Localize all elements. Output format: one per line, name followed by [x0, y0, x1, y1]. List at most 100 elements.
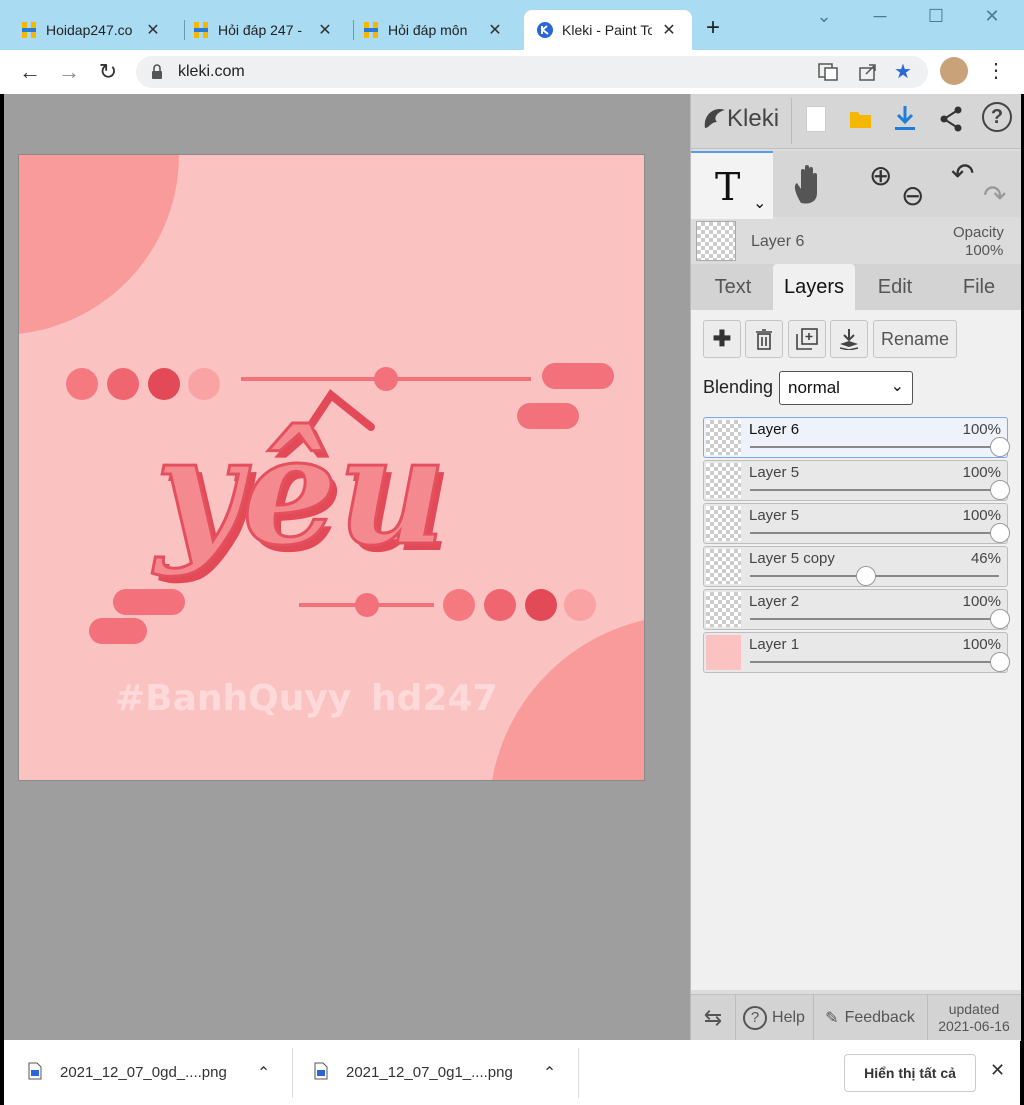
- undo-icon[interactable]: ↶: [951, 157, 974, 190]
- help-label: Help: [772, 1009, 805, 1026]
- reload-icon[interactable]: ↻: [93, 57, 123, 87]
- minimize-icon[interactable]: ─: [860, 6, 900, 26]
- tab-kleki[interactable]: Kleki - Paint To ✕: [524, 10, 692, 50]
- delete-layer-button[interactable]: [745, 320, 783, 358]
- layer-opacity-track[interactable]: [750, 532, 999, 534]
- show-all-downloads-button[interactable]: Hiển thị tất cả: [844, 1054, 976, 1092]
- help-icon[interactable]: ?: [982, 102, 1012, 132]
- layer-name: Layer 5 copy: [749, 550, 835, 567]
- tools-row: T ⌄ ⊕ ⊖ ↶ ↷: [691, 151, 1021, 219]
- window-close-icon[interactable]: ✕: [972, 6, 1012, 26]
- layer-row[interactable]: Layer 5 copy 46%: [703, 546, 1008, 587]
- layer-thumbnail: [706, 463, 741, 498]
- layer-opacity-track[interactable]: [750, 618, 999, 620]
- tab-layers[interactable]: Layers: [773, 264, 855, 310]
- active-layer-name: Layer 6: [751, 233, 805, 250]
- layer-opacity-knob[interactable]: [990, 437, 1010, 457]
- layer-opacity-knob[interactable]: [990, 652, 1010, 672]
- feedback-button[interactable]: ✎ Feedback: [813, 995, 928, 1041]
- divider: [292, 1048, 293, 1098]
- layer-row[interactable]: Layer 2 100%: [703, 589, 1010, 630]
- tab-hoidap247-1[interactable]: Hoidap247.co ✕: [20, 10, 180, 50]
- tab-separator: [184, 20, 185, 40]
- download-icon[interactable]: [893, 104, 917, 137]
- download-item[interactable]: 2021_12_07_0g1_....png ⌃: [314, 1040, 556, 1105]
- tab-edit[interactable]: Edit: [857, 264, 933, 310]
- tab-title: Hỏi đáp môn: [388, 22, 468, 38]
- new-image-icon[interactable]: [806, 106, 826, 132]
- updated-label: updated: [948, 1001, 1000, 1017]
- kleki-side-panel: Kleki ? T ⌄ ⊕ ⊖ ↶ ↷ Layer 6 Opacity 100%…: [690, 94, 1021, 1041]
- blending-select[interactable]: normal ⌄: [779, 371, 913, 405]
- close-icon[interactable]: ✕: [144, 20, 162, 40]
- layer-row[interactable]: Layer 5 100%: [703, 503, 1010, 544]
- dot: [525, 589, 557, 621]
- close-icon[interactable]: ✕: [316, 20, 334, 40]
- dot: [148, 368, 180, 400]
- close-downloads-icon[interactable]: ✕: [990, 1060, 1005, 1081]
- zoom-out-icon[interactable]: ⊖: [901, 179, 924, 212]
- tab-file[interactable]: File: [941, 264, 1017, 310]
- share-icon[interactable]: [858, 62, 878, 87]
- blending-label: Blending: [703, 377, 774, 397]
- share-icon[interactable]: [939, 106, 963, 137]
- corner-circle-top-left: [19, 155, 179, 334]
- maximize-icon[interactable]: ☐: [916, 6, 956, 26]
- merge-down-button[interactable]: [830, 320, 868, 358]
- rename-layer-button[interactable]: Rename: [873, 320, 957, 358]
- back-arrow-icon[interactable]: ←: [15, 57, 45, 87]
- layer-name: Layer 5: [749, 507, 800, 524]
- tab-text[interactable]: Text: [695, 264, 771, 310]
- chevron-up-icon[interactable]: ⌃: [257, 1063, 270, 1083]
- layer-opacity: 100%: [962, 421, 1001, 438]
- swap-sides-icon[interactable]: ⇆: [691, 995, 736, 1041]
- layer-opacity-track[interactable]: [750, 661, 999, 663]
- avatar[interactable]: [940, 57, 968, 85]
- text-tool-button[interactable]: T ⌄: [691, 151, 773, 219]
- open-folder-icon[interactable]: [849, 108, 873, 135]
- layer-thumbnail: [706, 506, 741, 541]
- layer-opacity-knob[interactable]: [990, 609, 1010, 629]
- lock-icon[interactable]: [151, 64, 163, 85]
- layer-row[interactable]: Layer 6 100%: [703, 417, 1010, 458]
- drawing-canvas[interactable]: yêu yêu #BanhQuyy hd247: [19, 155, 644, 780]
- layer-row[interactable]: Layer 5 100%: [703, 460, 1010, 501]
- redo-icon[interactable]: ↷: [983, 179, 1006, 212]
- help-button[interactable]: ? Help: [735, 995, 814, 1041]
- layer-opacity-knob[interactable]: [990, 523, 1010, 543]
- download-item[interactable]: 2021_12_07_0gd_....png ⌃: [28, 1040, 270, 1105]
- tab-title: Hỏi đáp 247 -: [218, 22, 303, 38]
- tab-hoidap247-2[interactable]: Hỏi đáp 247 - ✕: [192, 10, 350, 50]
- address-bar[interactable]: kleki.com ★: [136, 56, 928, 88]
- forward-arrow-icon[interactable]: →: [54, 57, 84, 87]
- close-icon[interactable]: ✕: [660, 20, 678, 40]
- watermark-left: #BanhQuyy: [115, 678, 351, 719]
- layer-opacity-track[interactable]: [750, 489, 999, 491]
- zoom-in-icon[interactable]: ⊕: [869, 159, 892, 192]
- translate-icon[interactable]: [818, 62, 838, 87]
- tab-separator: [353, 20, 354, 40]
- tab-hoidap247-3[interactable]: Hỏi đáp môn ✕: [362, 10, 520, 50]
- layer-opacity-knob[interactable]: [855, 566, 876, 586]
- duplicate-layer-button[interactable]: [788, 320, 826, 358]
- close-icon[interactable]: ✕: [486, 20, 504, 40]
- tab-search-chevron-icon[interactable]: ⌄: [804, 6, 844, 26]
- layer-opacity-track[interactable]: [750, 446, 999, 448]
- watermark-right: hd247: [371, 678, 498, 719]
- divider: [578, 1048, 579, 1098]
- layer-opacity-knob[interactable]: [990, 480, 1010, 500]
- layer-name: Layer 2: [749, 593, 800, 610]
- menu-kebab-icon[interactable]: ⋮: [986, 58, 1006, 83]
- download-filename: 2021_12_07_0gd_....png: [60, 1064, 227, 1081]
- chevron-up-icon[interactable]: ⌃: [543, 1063, 556, 1083]
- trash-icon: [756, 329, 772, 350]
- new-tab-button[interactable]: +: [706, 14, 720, 42]
- add-layer-button[interactable]: ✚: [703, 320, 741, 358]
- bookmark-star-icon[interactable]: ★: [894, 59, 912, 84]
- chevron-down-icon[interactable]: ⌄: [753, 193, 766, 213]
- hand-tool-icon[interactable]: [791, 163, 831, 212]
- downloads-bar: 2021_12_07_0gd_....png ⌃ 2021_12_07_0g1_…: [4, 1040, 1020, 1105]
- feedback-label: Feedback: [844, 1009, 915, 1026]
- layer-row[interactable]: Layer 1 100%: [703, 632, 1010, 673]
- active-layer-thumbnail: [696, 221, 736, 261]
